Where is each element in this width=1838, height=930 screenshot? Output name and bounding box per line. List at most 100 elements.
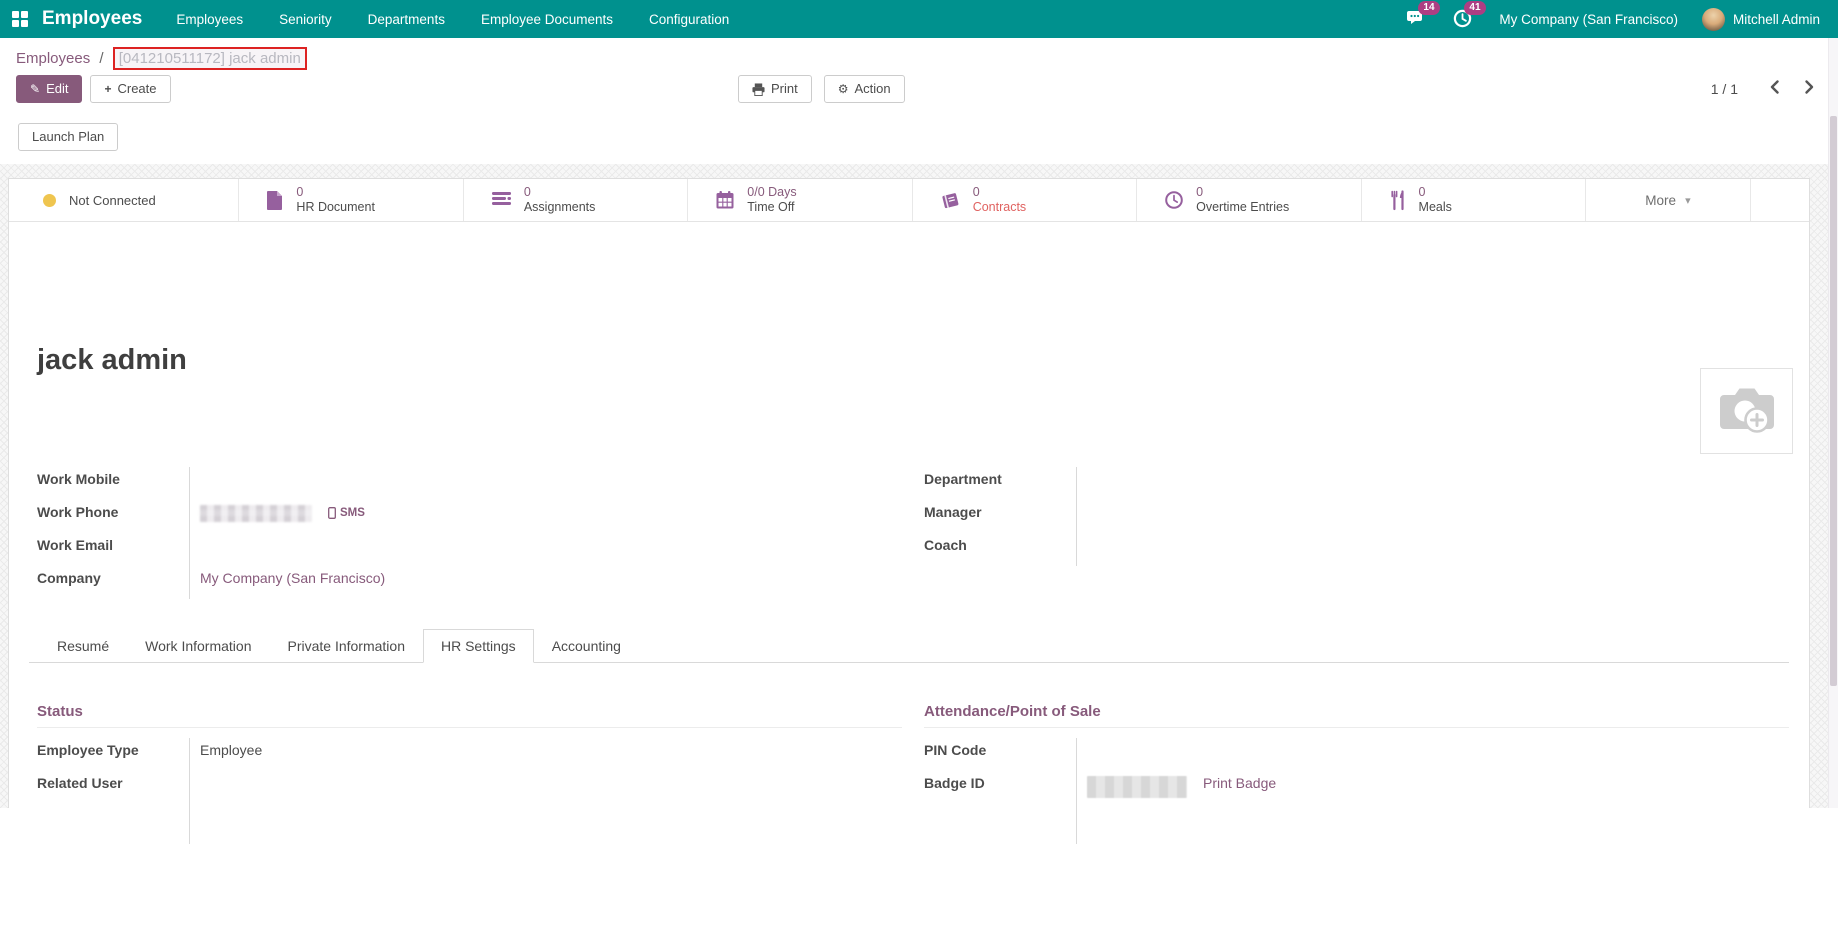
gear-icon: ⚙: [838, 83, 849, 95]
vertical-scrollbar[interactable]: [1828, 38, 1838, 808]
menu-employee-documents[interactable]: Employee Documents: [481, 2, 613, 37]
breadcrumb: Employees / [041210511172] jack admin: [16, 50, 1822, 67]
print-button[interactable]: Print: [738, 75, 812, 103]
section-divider: [924, 727, 1789, 728]
utensils-icon: [1390, 191, 1406, 210]
field-department: Department: [924, 467, 1789, 500]
breadcrumb-employees-link[interactable]: Employees: [16, 50, 90, 67]
action-button[interactable]: ⚙ Action: [824, 75, 905, 103]
edit-button[interactable]: ✎ Edit: [16, 75, 82, 103]
stat-button-assignments[interactable]: 0 Assignments: [464, 179, 688, 221]
pager-next-button[interactable]: [1799, 78, 1820, 99]
field-label: Work Phone: [37, 500, 189, 520]
camera-plus-icon: [1717, 385, 1777, 437]
stat-button-hr-document[interactable]: 0 HR Document: [239, 179, 463, 221]
field-employee-type: Employee Type Employee: [37, 738, 902, 771]
main-menu: Employees Seniority Departments Employee…: [176, 2, 729, 37]
form-background: Not Connected 0 HR Document: [0, 164, 1838, 808]
top-navbar: Employees Employees Seniority Department…: [0, 0, 1838, 38]
chevron-left-icon: [1770, 80, 1779, 94]
print-badge-link[interactable]: Print Badge: [1203, 775, 1276, 791]
activities-badge[interactable]: 41: [1464, 1, 1485, 15]
presence-dot-icon: [43, 194, 56, 207]
status-section: Status Employee Type Employee Related Us…: [37, 703, 902, 904]
stat-value: 0: [973, 185, 1027, 200]
launch-plan-button[interactable]: Launch Plan: [18, 123, 118, 151]
notebook-tabs: Resumé Work Information Private Informat…: [29, 629, 1789, 663]
pager-count: 1 / 1: [1711, 81, 1738, 97]
field-value: [1076, 738, 1789, 771]
book-icon: [941, 192, 960, 209]
field-value: [1076, 533, 1789, 566]
field-label: PIN Code: [924, 738, 1076, 758]
field-company: Company My Company (San Francisco): [37, 566, 902, 599]
field-label: Coach: [924, 533, 1076, 553]
breadcrumb-separator: /: [99, 50, 103, 67]
control-panel: Employees / [041210511172] jack admin ✎ …: [0, 38, 1838, 161]
menu-employees[interactable]: Employees: [176, 2, 243, 37]
document-icon: [267, 191, 283, 210]
send-sms-link[interactable]: SMS: [328, 507, 365, 519]
stat-label: Meals: [1419, 200, 1452, 215]
field-work-mobile: Work Mobile: [37, 467, 902, 500]
printer-icon: [752, 83, 765, 96]
field-label: Company: [37, 566, 189, 586]
field-label: Related User: [37, 771, 189, 791]
tab-private-information[interactable]: Private Information: [269, 629, 423, 663]
tab-resume[interactable]: Resumé: [39, 629, 127, 663]
presence-status-button[interactable]: Not Connected: [9, 179, 239, 221]
employee-info-fields: Work Mobile Work Phone SMS: [37, 467, 1789, 599]
app-title[interactable]: Employees: [42, 8, 142, 30]
messages-badge[interactable]: 14: [1418, 1, 1439, 15]
menu-seniority[interactable]: Seniority: [279, 2, 332, 37]
tab-hr-settings[interactable]: HR Settings: [423, 629, 534, 663]
field-label: Manager: [924, 500, 1076, 520]
chevron-right-icon: [1805, 80, 1814, 94]
apps-grid-icon[interactable]: [12, 11, 28, 27]
company-switcher[interactable]: My Company (San Francisco): [1499, 12, 1678, 27]
stat-button-contracts[interactable]: 0 Contracts: [913, 179, 1137, 221]
stat-more-dropdown[interactable]: More ▾: [1586, 179, 1751, 221]
messages-icon[interactable]: 14: [1407, 9, 1429, 29]
tab-work-information[interactable]: Work Information: [127, 629, 269, 663]
menu-configuration[interactable]: Configuration: [649, 2, 729, 37]
stat-label: HR Document: [296, 200, 375, 215]
stat-button-time-off[interactable]: 0/0 Days Time Off: [688, 179, 912, 221]
field-value: [1076, 500, 1789, 533]
stat-value: 0/0 Days: [747, 185, 796, 200]
field-value: [189, 467, 902, 500]
stat-label: Contracts: [973, 200, 1027, 215]
breadcrumb-current-record: [041210511172] jack admin: [113, 47, 307, 70]
clock-icon: [1165, 191, 1183, 209]
redacted-badge-value: [1087, 776, 1187, 798]
field-label: Employee Type: [37, 738, 189, 758]
section-title-attendance: Attendance/Point of Sale: [924, 703, 1789, 720]
tab-accounting[interactable]: Accounting: [534, 629, 639, 663]
field-value: SMS: [189, 500, 902, 533]
mobile-phone-icon: [328, 507, 336, 519]
section-title-status: Status: [37, 703, 902, 720]
chevron-down-icon: ▾: [1685, 194, 1691, 207]
calendar-icon: [716, 191, 734, 209]
stat-button-overtime[interactable]: 0 Overtime Entries: [1137, 179, 1361, 221]
employee-name: jack admin: [37, 344, 1789, 377]
stat-value: 0: [296, 185, 375, 200]
company-link[interactable]: My Company (San Francisco): [200, 570, 385, 586]
user-menu[interactable]: Mitchell Admin: [1702, 8, 1820, 31]
user-avatar: [1702, 8, 1725, 31]
field-work-email: Work Email: [37, 533, 902, 566]
field-pin-code: PIN Code: [924, 738, 1789, 771]
stat-button-meals[interactable]: 0 Meals: [1362, 179, 1586, 221]
stat-value: 0: [524, 185, 596, 200]
activities-icon[interactable]: 41: [1453, 9, 1475, 29]
pager-previous-button[interactable]: [1764, 78, 1785, 99]
employee-photo-upload[interactable]: [1700, 368, 1793, 454]
attendance-section: Attendance/Point of Sale PIN Code Badge …: [924, 703, 1789, 904]
stat-value: 0: [1419, 185, 1452, 200]
field-label: Work Email: [37, 533, 189, 553]
section-divider: [37, 727, 902, 728]
scrollbar-thumb[interactable]: [1830, 116, 1837, 686]
menu-departments[interactable]: Departments: [368, 2, 445, 37]
stat-button-row: Not Connected 0 HR Document: [9, 179, 1809, 222]
create-button[interactable]: + Create: [90, 75, 170, 103]
